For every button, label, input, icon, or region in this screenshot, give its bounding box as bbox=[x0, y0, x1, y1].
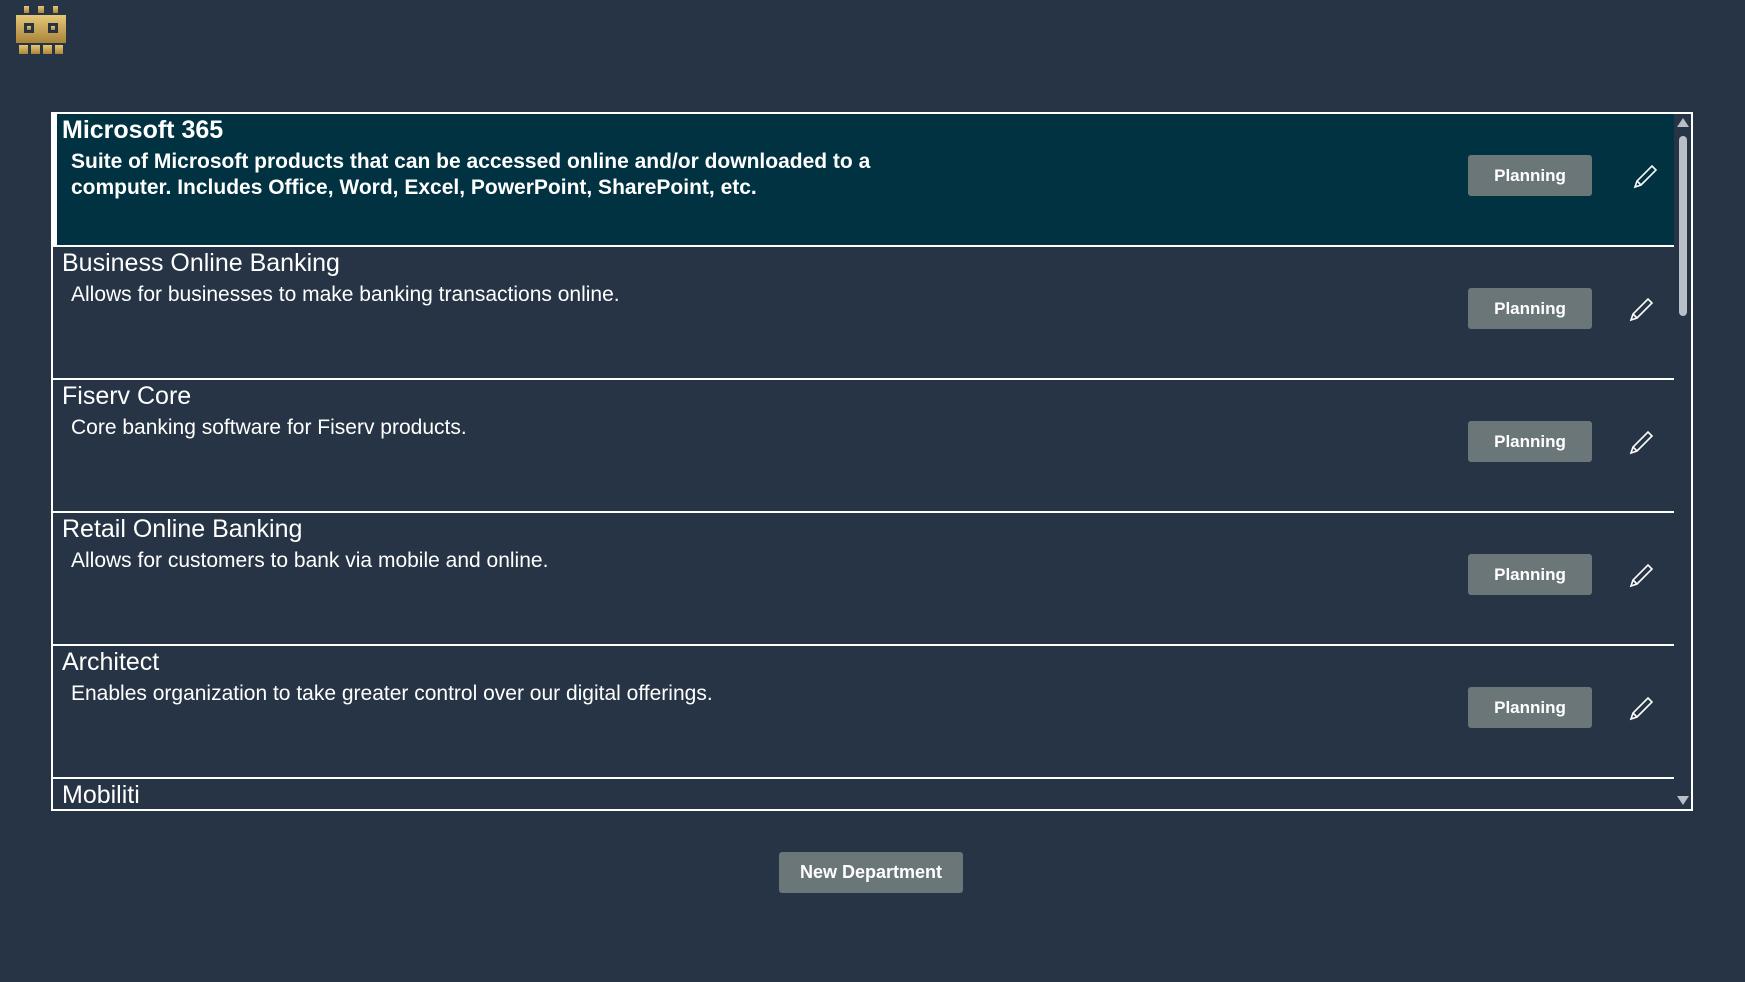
status-button[interactable]: Planning bbox=[1468, 554, 1592, 595]
new-department-button[interactable]: New Department bbox=[779, 852, 963, 893]
department-title: Architect bbox=[62, 648, 160, 676]
department-description: Allows for customers to bank via mobile … bbox=[71, 549, 549, 572]
department-description: Allows for businesses to make banking tr… bbox=[71, 283, 620, 306]
department-row-mobiliti[interactable]: Mobiliti bbox=[53, 779, 1674, 809]
scroll-down-arrow-icon[interactable] bbox=[1677, 796, 1689, 805]
status-button[interactable]: Planning bbox=[1468, 288, 1592, 329]
department-row-business-online-banking[interactable]: Business Online Banking Allows for busin… bbox=[53, 247, 1674, 380]
department-gallery[interactable]: Microsoft 365 Suite of Microsoft product… bbox=[51, 112, 1693, 811]
department-title: Fiserv Core bbox=[62, 382, 192, 410]
department-row-architect[interactable]: Architect Enables organization to take g… bbox=[53, 646, 1674, 779]
department-title: Retail Online Banking bbox=[62, 515, 303, 543]
robot-logo-icon bbox=[16, 6, 66, 56]
edit-pencil-icon[interactable] bbox=[1632, 164, 1658, 190]
status-button[interactable]: Planning bbox=[1468, 421, 1592, 462]
status-button[interactable]: Planning bbox=[1468, 155, 1592, 196]
scroll-thumb[interactable] bbox=[1679, 136, 1687, 316]
department-description: Suite of Microsoft products that can be … bbox=[71, 150, 871, 199]
department-title: Mobiliti bbox=[62, 781, 140, 809]
edit-pencil-icon[interactable] bbox=[1628, 297, 1654, 323]
department-list: Microsoft 365 Suite of Microsoft product… bbox=[53, 114, 1674, 809]
edit-pencil-icon[interactable] bbox=[1628, 430, 1654, 456]
status-button[interactable]: Planning bbox=[1468, 687, 1592, 728]
department-description: Core banking software for Fiserv product… bbox=[71, 416, 467, 439]
edit-pencil-icon[interactable] bbox=[1628, 563, 1654, 589]
department-title: Microsoft 365 bbox=[62, 116, 224, 144]
vertical-scrollbar[interactable] bbox=[1674, 114, 1691, 809]
department-row-fiserv-core[interactable]: Fiserv Core Core banking software for Fi… bbox=[53, 380, 1674, 513]
department-description: Enables organization to take greater con… bbox=[71, 682, 713, 705]
department-row-microsoft-365[interactable]: Microsoft 365 Suite of Microsoft product… bbox=[53, 114, 1674, 247]
edit-pencil-icon[interactable] bbox=[1628, 696, 1654, 722]
department-row-retail-online-banking[interactable]: Retail Online Banking Allows for custome… bbox=[53, 513, 1674, 646]
department-title: Business Online Banking bbox=[62, 249, 340, 277]
scroll-up-arrow-icon[interactable] bbox=[1677, 118, 1689, 127]
